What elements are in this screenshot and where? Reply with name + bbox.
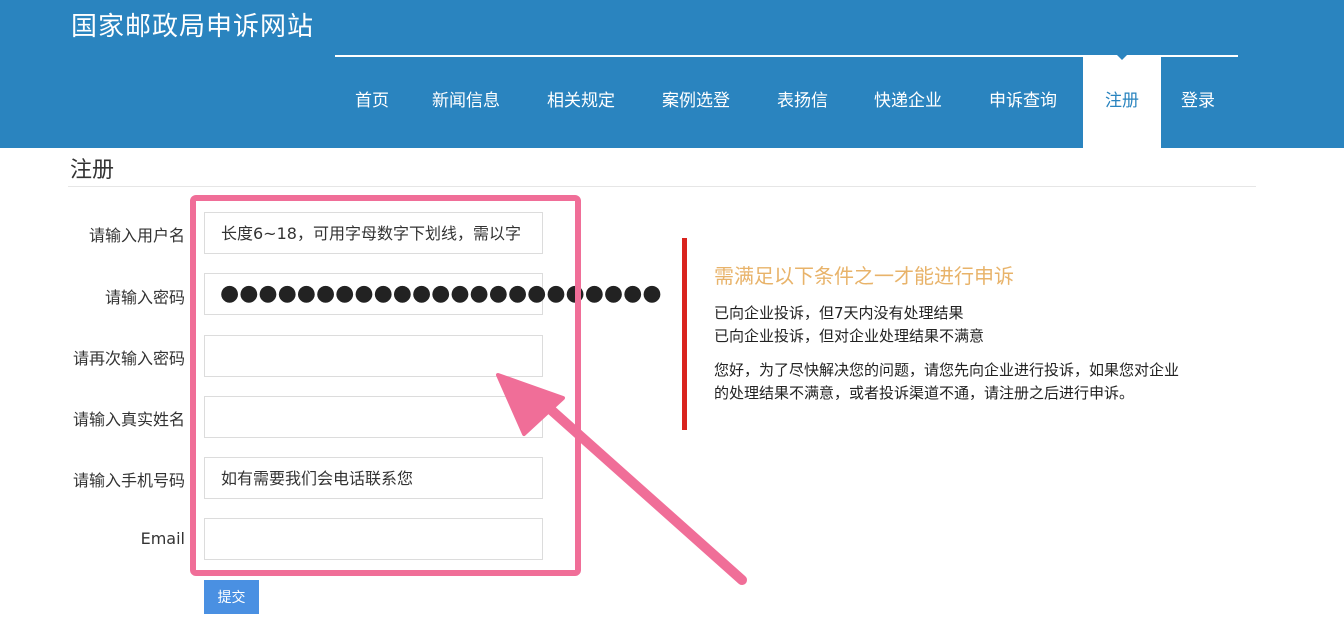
nav-item-login[interactable]: 登录 xyxy=(1181,57,1215,148)
nav-item-register-label: 注册 xyxy=(1105,91,1139,111)
nav-item-register[interactable]: 注册 xyxy=(1083,55,1161,148)
info-condition: 已向企业投诉，但对企业处理结果不满意 xyxy=(714,327,985,345)
active-caret-icon xyxy=(1117,55,1127,60)
real-name-input[interactable] xyxy=(204,396,543,438)
password-confirm-input[interactable] xyxy=(204,335,543,377)
nav-item-praise-letters[interactable]: 表扬信 xyxy=(777,57,828,148)
email-label: Email xyxy=(140,529,185,548)
info-accent-bar xyxy=(682,238,687,430)
email-input[interactable] xyxy=(204,518,543,560)
password-label: 请输入密码 xyxy=(104,288,185,307)
nav-item-news[interactable]: 新闻信息 xyxy=(432,57,500,148)
nav-item-cases[interactable]: 案例选登 xyxy=(662,57,730,148)
nav-item-regulations[interactable]: 相关规定 xyxy=(547,57,615,148)
info-title: 需满足以下条件之一才能进行申诉 xyxy=(714,264,1014,288)
real-name-label: 请输入真实姓名 xyxy=(72,410,185,429)
submit-button[interactable]: 提交 xyxy=(204,580,259,614)
title-divider xyxy=(68,186,1256,187)
nav-item-complaint-query[interactable]: 申诉查询 xyxy=(989,57,1057,148)
phone-label: 请输入手机号码 xyxy=(72,471,185,490)
username-label: 请输入用户名 xyxy=(88,226,185,245)
phone-input[interactable] xyxy=(204,457,543,499)
password-confirm-label: 请再次输入密码 xyxy=(72,349,185,368)
nav-item-home[interactable]: 首页 xyxy=(355,57,389,148)
password-input[interactable] xyxy=(204,273,543,315)
info-note-line: 您好，为了尽快解决您的问题，请您先向企业进行投诉，如果您对企业 xyxy=(714,361,1180,379)
info-note-line: 的处理结果不满意，或者投诉渠道不通，请注册之后进行申诉。 xyxy=(714,384,1135,402)
nav-item-express-companies[interactable]: 快递企业 xyxy=(874,57,942,148)
username-input[interactable] xyxy=(204,212,543,254)
main-nav: 首页 新闻信息 相关规定 案例选登 表扬信 快递企业 申诉查询 注册 登录 xyxy=(335,55,1238,148)
site-header: 国家邮政局申诉网站 首页 新闻信息 相关规定 案例选登 表扬信 快递企业 申诉查… xyxy=(0,0,1344,148)
info-condition: 已向企业投诉，但7天内没有处理结果 xyxy=(714,304,964,322)
site-title: 国家邮政局申诉网站 xyxy=(71,12,315,42)
page-title: 注册 xyxy=(70,158,115,183)
